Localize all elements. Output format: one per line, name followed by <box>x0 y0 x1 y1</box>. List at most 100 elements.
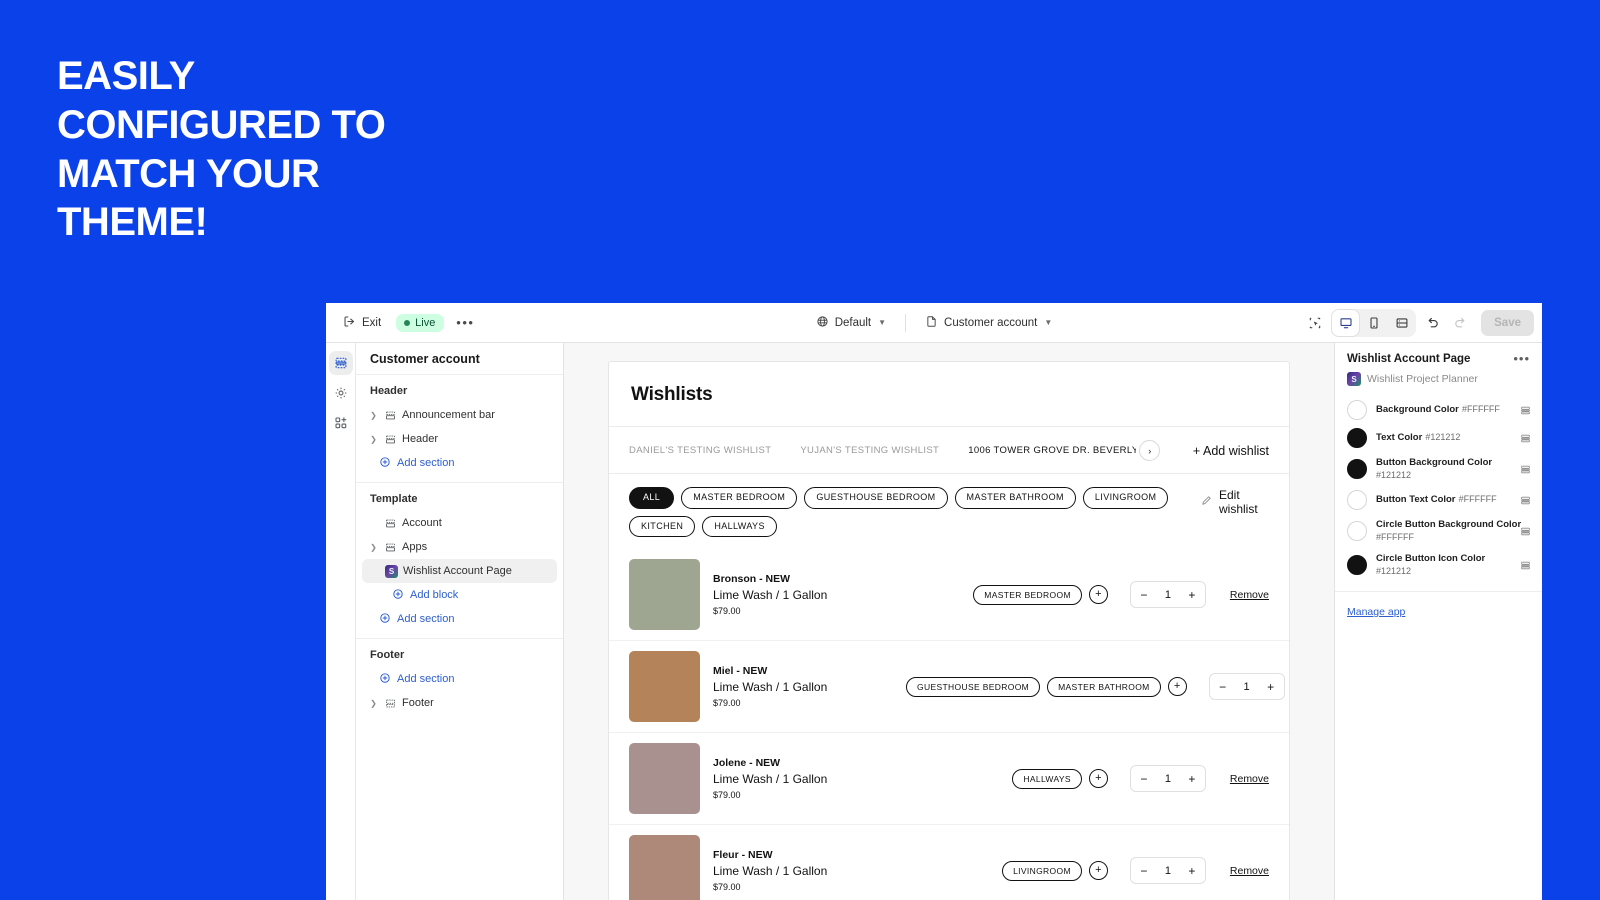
room-tag[interactable]: MASTER BATHROOM <box>1047 676 1161 697</box>
quantity-increment-button[interactable]: + <box>1179 858 1205 883</box>
chevron-right-icon[interactable]: ❯ <box>368 699 379 708</box>
setting-button-text-color[interactable]: Button Text Color #FFFFFF <box>1335 486 1542 514</box>
product-room-tags: HALLWAYS + <box>906 768 1108 789</box>
chevron-right-icon[interactable]: ❯ <box>368 435 379 444</box>
wishlist-tab-tower-grove[interactable]: 1006 TOWER GROVE DR. BEVERLY HILLS <box>968 445 1136 456</box>
rail-settings-button[interactable] <box>329 381 353 405</box>
setting-circle-button-icon-color[interactable]: Circle Button Icon Color #121212 <box>1335 548 1542 582</box>
setting-background-color[interactable]: Background Color #FFFFFF <box>1335 396 1542 424</box>
product-name: Miel - NEW <box>713 665 768 678</box>
add-room-tag-button[interactable]: + <box>1088 769 1108 789</box>
section-icon <box>384 410 397 421</box>
exit-button[interactable]: Exit <box>336 310 388 336</box>
color-swatch[interactable] <box>1347 400 1367 420</box>
status-badge-label: Live <box>415 316 436 329</box>
add-room-tag-button[interactable]: + <box>1167 677 1187 697</box>
color-swatch[interactable] <box>1347 459 1367 480</box>
room-tag[interactable]: MASTER BEDROOM <box>973 584 1082 605</box>
add-room-tag-button[interactable]: + <box>1088 861 1108 881</box>
manage-app-link[interactable]: Manage app <box>1347 606 1405 618</box>
edit-wishlist-button[interactable]: Edit wishlist <box>1201 487 1269 516</box>
block-settings-more-button[interactable]: ••• <box>1511 352 1532 365</box>
quantity-increment-button[interactable]: + <box>1258 674 1284 699</box>
fullview-preview-button[interactable] <box>1388 310 1415 336</box>
quantity-decrement-button[interactable]: − <box>1131 858 1157 883</box>
undo-button[interactable] <box>1419 310 1446 336</box>
save-button[interactable]: Save <box>1481 309 1534 336</box>
color-swatch[interactable] <box>1347 555 1367 576</box>
block-item-wishlist-account-page[interactable]: S Wishlist Account Page <box>362 559 557 583</box>
quantity-stepper[interactable]: − 1 + <box>1129 581 1206 609</box>
room-tag[interactable]: HALLWAYS <box>1012 768 1082 789</box>
page-icon <box>925 315 938 331</box>
section-item-label: Footer <box>402 697 434 709</box>
quantity-increment-button[interactable]: + <box>1179 766 1205 791</box>
add-room-tag-button[interactable]: + <box>1088 585 1108 605</box>
section-item-footer[interactable]: ❯ Footer <box>362 691 557 715</box>
filter-chip-master-bathroom[interactable]: MASTER BATHROOM <box>954 487 1076 509</box>
mobile-preview-button[interactable] <box>1360 310 1387 336</box>
filter-chip-hallways[interactable]: HALLWAYS <box>702 515 777 538</box>
color-swatch[interactable] <box>1347 428 1367 448</box>
color-swatch[interactable] <box>1347 521 1367 542</box>
desktop-preview-button[interactable] <box>1332 309 1360 336</box>
sections-group-footer: Footer Add section ❯ Footer <box>356 639 563 722</box>
redo-button[interactable] <box>1446 310 1473 336</box>
color-scheme-icon[interactable] <box>1520 433 1532 444</box>
setting-circle-button-background-color[interactable]: Circle Button Background Color #FFFFFF <box>1335 514 1542 548</box>
filter-chip-livingroom[interactable]: LIVINGROOM <box>1082 487 1169 509</box>
filter-chip-kitchen[interactable]: KITCHEN <box>629 515 696 538</box>
color-scheme-icon[interactable] <box>1520 526 1532 537</box>
color-scheme-icon[interactable] <box>1520 560 1532 571</box>
topbar-more-button[interactable]: ••• <box>452 310 478 336</box>
color-scheme-icon[interactable] <box>1520 464 1532 475</box>
filter-chip-all[interactable]: ALL <box>629 487 675 509</box>
color-setting-label: Circle Button Icon Color <box>1376 553 1486 565</box>
section-item-apps[interactable]: ❯ Apps <box>362 535 557 559</box>
rail-apps-button[interactable] <box>329 411 353 435</box>
quantity-stepper[interactable]: − 1 + <box>1129 857 1206 885</box>
quantity-stepper[interactable]: − 1 + <box>1129 765 1206 793</box>
color-scheme-icon[interactable] <box>1520 495 1532 506</box>
room-tag[interactable]: GUESTHOUSE BEDROOM <box>906 676 1041 697</box>
add-block-button[interactable]: Add block <box>362 583 557 607</box>
quantity-decrement-button[interactable]: − <box>1210 674 1236 699</box>
product-variant: Lime Wash / 1 Gallon <box>713 588 828 603</box>
tabs-next-arrow-icon[interactable]: › <box>1139 440 1161 461</box>
product-swatch <box>629 743 700 815</box>
filter-chip-list: ALL MASTER BEDROOM GUESTHOUSE BEDROOM MA… <box>629 487 1193 538</box>
filter-chip-master-bedroom[interactable]: MASTER BEDROOM <box>681 487 798 509</box>
rail-sections-button[interactable] <box>328 351 353 375</box>
section-item-announcement-bar[interactable]: ❯ Announcement bar <box>362 403 557 427</box>
remove-item-link[interactable]: Remove <box>1230 865 1269 877</box>
quantity-decrement-button[interactable]: − <box>1131 582 1157 607</box>
product-price: $79.00 <box>713 606 741 617</box>
add-wishlist-button[interactable]: + Add wishlist <box>1193 444 1269 458</box>
add-section-button-template[interactable]: Add section <box>362 607 557 631</box>
add-section-button-footer[interactable]: Add section <box>362 667 557 691</box>
quantity-increment-button[interactable]: + <box>1179 582 1205 607</box>
setting-text-color[interactable]: Text Color #121212 <box>1335 424 1542 452</box>
theme-selector[interactable]: Default ▼ <box>809 310 893 336</box>
wishlist-tab-yujans[interactable]: YUJAN'S TESTING WISHLIST <box>800 445 954 456</box>
wishlist-tab-daniels[interactable]: DANIEL'S TESTING WISHLIST <box>629 445 786 456</box>
remove-item-link[interactable]: Remove <box>1230 773 1269 785</box>
section-item-header[interactable]: ❯ Header <box>362 427 557 451</box>
color-setting-hex: #121212 <box>1425 432 1461 443</box>
page-selector[interactable]: Customer account ▼ <box>918 310 1059 336</box>
filter-chip-guesthouse-bedroom[interactable]: GUESTHOUSE BEDROOM <box>804 487 948 509</box>
remove-item-link[interactable]: Remove <box>1230 589 1269 601</box>
quantity-decrement-button[interactable]: − <box>1131 766 1157 791</box>
setting-button-background-color[interactable]: Button Background Color #121212 <box>1335 452 1542 486</box>
color-swatch[interactable] <box>1347 490 1367 511</box>
add-section-button-header[interactable]: Add section <box>362 451 557 475</box>
plus-circle-icon <box>379 672 391 687</box>
quantity-stepper[interactable]: − 1 + <box>1208 673 1285 701</box>
section-icon <box>384 518 397 529</box>
chevron-right-icon[interactable]: ❯ <box>368 411 379 420</box>
room-tag[interactable]: LIVINGROOM <box>1002 860 1082 881</box>
chevron-down-icon[interactable]: ❯ <box>368 543 379 552</box>
inspector-toggle-button[interactable] <box>1301 310 1328 336</box>
color-scheme-icon[interactable] <box>1520 405 1532 416</box>
section-item-account[interactable]: ❯ Account <box>362 511 557 535</box>
